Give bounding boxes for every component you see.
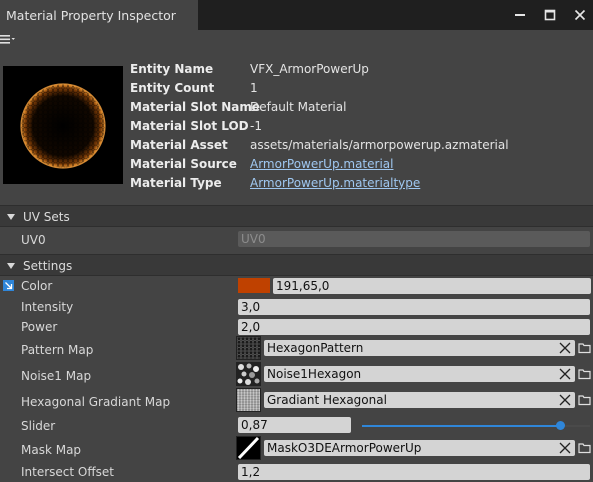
material-slot-name-row: Material Slot Name Default Material <box>130 98 590 117</box>
material-type-link[interactable]: ArmorPowerUp.materialtype <box>250 176 420 190</box>
hamburger-menu-icon[interactable] <box>0 33 18 47</box>
minimize-icon[interactable] <box>505 0 535 30</box>
material-slot-lod-value: -1 <box>250 119 262 133</box>
color-value-field[interactable]: 191,65,0 <box>273 278 591 294</box>
pattern-map-thumbnail[interactable] <box>236 336 261 360</box>
material-source-link[interactable]: ArmorPowerUp.material <box>250 157 393 171</box>
window-title: Material Property Inspector <box>6 8 176 23</box>
window-tab[interactable]: Material Property Inspector <box>0 0 198 30</box>
material-slot-name-value: Default Material <box>250 100 347 114</box>
intensity-label: Intensity <box>21 300 74 314</box>
clear-icon[interactable] <box>557 392 573 408</box>
material-asset-label: Material Asset <box>130 138 228 152</box>
settings-title: Settings <box>23 259 73 273</box>
intersect-offset-label: Intersect Offset <box>21 465 114 479</box>
color-swatch[interactable] <box>238 278 270 293</box>
chevron-down-icon <box>7 263 15 269</box>
power-field[interactable]: 2,0 <box>238 319 590 335</box>
noise1-map-label: Noise1 Map <box>21 369 92 383</box>
slider-track[interactable] <box>362 421 590 430</box>
power-label: Power <box>21 320 58 334</box>
noise1-map-thumbnail[interactable] <box>236 362 261 386</box>
material-source-row: Material Source ArmorPowerUp.material <box>130 155 590 174</box>
uv0-label: UV0 <box>21 233 46 247</box>
entity-count-label: Entity Count <box>130 81 215 95</box>
slider-label: Slider <box>21 419 56 433</box>
uv0-field: UV0 <box>238 231 590 247</box>
pattern-map-label: Pattern Map <box>21 343 94 357</box>
material-source-label: Material Source <box>130 157 237 171</box>
slider-value-field[interactable]: 0,87 <box>238 417 351 433</box>
material-slot-lod-row: Material Slot LOD -1 <box>130 117 590 136</box>
uv-sets-section-header[interactable]: UV Sets <box>0 205 593 227</box>
entity-name-value: VFX_ArmorPowerUp <box>250 62 369 76</box>
slider-fill <box>362 425 561 427</box>
material-slot-name-label: Material Slot Name <box>130 100 261 114</box>
chevron-down-icon <box>7 214 15 220</box>
material-asset-value: assets/materials/armorpowerup.azmaterial <box>250 138 509 152</box>
entity-name-row: Entity Name VFX_ArmorPowerUp <box>130 60 590 79</box>
material-preview-sphere <box>3 66 123 184</box>
title-bar: Material Property Inspector <box>0 0 593 30</box>
property-link-icon[interactable] <box>3 280 14 291</box>
material-asset-row: Material Asset assets/materials/armorpow… <box>130 136 590 155</box>
noise1-map-field[interactable]: Noise1Hexagon <box>264 366 575 382</box>
pattern-map-field[interactable]: HexagonPattern <box>264 340 575 356</box>
folder-icon[interactable] <box>578 342 592 354</box>
hex-gradient-map-label: Hexagonal Gradiant Map <box>21 395 171 409</box>
entity-count-row: Entity Count 1 <box>130 79 590 98</box>
mask-map-thumbnail[interactable] <box>236 436 261 460</box>
color-label: Color <box>21 279 53 293</box>
close-icon[interactable] <box>565 0 593 30</box>
uv-sets-title: UV Sets <box>23 210 70 224</box>
entity-name-label: Entity Name <box>130 62 214 76</box>
intensity-field[interactable]: 3,0 <box>238 299 590 315</box>
folder-icon[interactable] <box>578 394 592 406</box>
intersect-offset-field[interactable]: 1,2 <box>238 464 590 480</box>
clear-icon[interactable] <box>557 340 573 356</box>
hex-gradient-map-thumbnail[interactable] <box>236 388 261 412</box>
maximize-icon[interactable] <box>535 0 565 30</box>
slider-handle[interactable] <box>555 421 565 430</box>
entity-count-value: 1 <box>250 81 258 95</box>
clear-icon[interactable] <box>557 366 573 382</box>
material-slot-lod-label: Material Slot LOD <box>130 119 249 133</box>
mask-map-label: Mask Map <box>21 443 82 457</box>
folder-icon[interactable] <box>578 442 592 454</box>
material-type-row: Material Type ArmorPowerUp.materialtype <box>130 174 590 193</box>
clear-icon[interactable] <box>557 440 573 456</box>
mask-map-field[interactable]: MaskO3DEArmorPowerUp <box>264 440 575 456</box>
settings-section-header[interactable]: Settings <box>0 254 593 276</box>
material-type-label: Material Type <box>130 176 222 190</box>
hex-gradient-map-field[interactable]: Gradiant Hexagonal <box>264 392 575 408</box>
folder-icon[interactable] <box>578 368 592 380</box>
